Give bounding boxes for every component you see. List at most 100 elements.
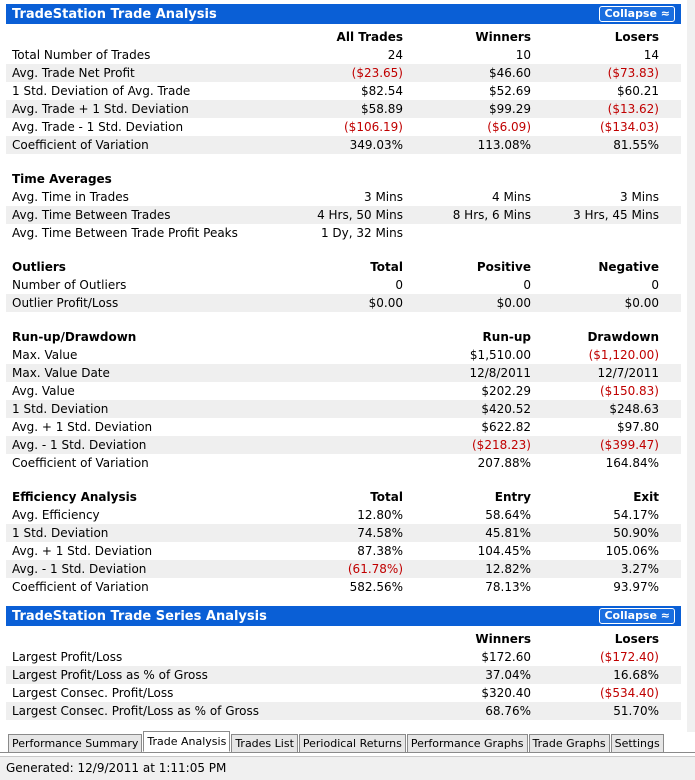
runup-drawdown-header-3: Drawdown [587,330,659,344]
trade-series-header-row: Winners Losers [6,630,681,648]
table-row: Avg. + 1 Std. Deviation $622.82 $97.80 [6,418,681,436]
status-bar: Generated: 12/9/2011 at 1:11:05 PM [0,756,695,780]
summary-header-row: All Trades Winners Losers [6,28,681,46]
row-label: Avg. - 1 Std. Deviation [12,562,147,576]
row-label: Avg. Value [12,384,75,398]
cell-value: 0 [395,278,403,292]
cell-value: ($399.47) [600,438,659,452]
row-label: Coefficient of Variation [12,138,149,152]
cell-value: 113.08% [477,138,531,152]
tab-trades-list[interactable]: Trades List [231,734,298,752]
cell-value: $0.00 [368,296,403,310]
cell-value: $99.29 [489,102,531,116]
outliers-header-row: Outliers Total Positive Negative [6,258,681,276]
cell-value: 14 [643,48,659,62]
cell-value: 68.76% [485,704,531,718]
row-label: Avg. Trade - 1 Std. Deviation [12,120,184,134]
outliers-header-3: Negative [598,260,659,274]
cell-value: $248.63 [609,402,659,416]
tab-trade-graphs[interactable]: Trade Graphs [528,734,610,752]
table-row: 1 Std. Deviation $420.52 $248.63 [6,400,681,418]
cell-value: 37.04% [485,668,531,682]
cell-value: 12/8/2011 [469,366,531,380]
collapse-trade-series-button[interactable]: Collapse ≈ [599,608,675,624]
report-tabs: Performance Summary Trade Analysis Trades … [8,731,665,752]
efficiency-header-2: Entry [494,490,531,504]
cell-value: $60.21 [617,84,659,98]
cell-value: ($1,120.00) [588,348,659,362]
time-averages-header-0: Time Averages [12,172,112,186]
runup-drawdown-header-2: Run-up [482,330,531,344]
tab-performance-summary[interactable]: Performance Summary [8,734,143,752]
efficiency-header-3: Exit [633,490,659,504]
cell-value: 87.38% [357,544,403,558]
cell-value: $97.80 [617,420,659,434]
efficiency-header-row: Efficiency Analysis Total Entry Exit [6,488,681,506]
cell-value: ($150.83) [600,384,659,398]
cell-value: $52.69 [489,84,531,98]
outliers-header-1: Total [370,260,403,274]
cell-value: ($73.83) [607,66,659,80]
row-label: Avg. + 1 Std. Deviation [12,420,153,434]
tab-trade-analysis[interactable]: Trade Analysis [143,731,231,752]
cell-value: 10 [515,48,531,62]
efficiency-header-1: Total [370,490,403,504]
cell-value: $202.29 [481,384,531,398]
section-efficiency: Efficiency Analysis Total Entry Exit Avg. Ef… [6,488,681,596]
trade-analysis-title: TradeStation Trade Analysis [12,6,217,22]
cell-value: $0.00 [624,296,659,310]
vertical-scrollbar[interactable] [687,0,695,732]
cell-value: 3 Mins [364,190,403,204]
cell-value: ($172.40) [600,650,659,664]
table-row: Coefficient of Variation 349.03% 113.08% 81… [6,136,681,154]
table-row: Avg. - 1 Std. Deviation (61.78%) 12.82% 3.2… [6,560,681,578]
section-trade-series: Winners Losers Largest Profit/Loss $172.60 (… [6,630,681,720]
tab-divider [0,752,695,753]
section-summary: All Trades Winners Losers Total Number of T… [6,28,681,170]
cell-value: 582.56% [349,580,403,594]
table-row: Avg. Trade - 1 Std. Deviation ($106.19) ($… [6,118,681,136]
row-label: Avg. Efficiency [12,508,100,522]
table-row: Avg. Time Between Trades 4 Hrs, 50 Mins 8 … [6,206,681,224]
cell-value: $0.00 [496,296,531,310]
cell-value: 0 [651,278,659,292]
cell-value: ($534.40) [600,686,659,700]
cell-value: 349.03% [349,138,403,152]
runup-drawdown-header-row: Run-up/Drawdown Run-up Drawdown [6,328,681,346]
tab-settings[interactable]: Settings [610,734,664,752]
cell-value: $622.82 [481,420,531,434]
table-row: Coefficient of Variation 582.56% 78.13% 93.… [6,578,681,596]
trade-analysis-header: TradeStation Trade Analysis Collapse ≈ [6,4,681,24]
row-label: Avg. + 1 Std. Deviation [12,544,153,558]
table-row: 1 Std. Deviation 74.58% 45.81% 50.90% [6,524,681,542]
cell-value: 105.06% [605,544,659,558]
cell-value: 93.97% [613,580,659,594]
row-label: Avg. - 1 Std. Deviation [12,438,147,452]
row-label: Avg. Trade + 1 Std. Deviation [12,102,189,116]
table-row: Coefficient of Variation 207.88% 164.84% [6,454,681,472]
cell-value: ($6.09) [487,120,531,134]
table-row: Max. Value $1,510.00 ($1,120.00) [6,346,681,364]
cell-value: 12.80% [357,508,403,522]
efficiency-header-0: Efficiency Analysis [12,490,137,504]
cell-value: (61.78%) [347,562,403,576]
row-label: Avg. Time Between Trades [12,208,171,222]
tab-performance-graphs[interactable]: Performance Graphs [406,734,528,752]
table-row: Total Number of Trades 24 10 14 [6,46,681,64]
trade-series-header-3: Losers [614,632,659,646]
row-label: Coefficient of Variation [12,456,149,470]
cell-value: $172.60 [481,650,531,664]
row-label: Max. Value Date [12,366,110,380]
trade-series-header-2: Winners [475,632,531,646]
table-row: Number of Outliers 0 0 0 [6,276,681,294]
table-row: Avg. + 1 Std. Deviation 87.38% 104.45% 105.… [6,542,681,560]
table-row: Max. Value Date 12/8/2011 12/7/2011 [6,364,681,382]
table-row: Outlier Profit/Loss $0.00 $0.00 $0.00 [6,294,681,312]
tab-periodical-returns[interactable]: Periodical Returns [298,734,406,752]
row-label: 1 Std. Deviation of Avg. Trade [12,84,191,98]
table-row: Avg. Efficiency 12.80% 58.64% 54.17% [6,506,681,524]
collapse-trade-analysis-button[interactable]: Collapse ≈ [599,6,675,22]
outliers-header-0: Outliers [12,260,66,274]
